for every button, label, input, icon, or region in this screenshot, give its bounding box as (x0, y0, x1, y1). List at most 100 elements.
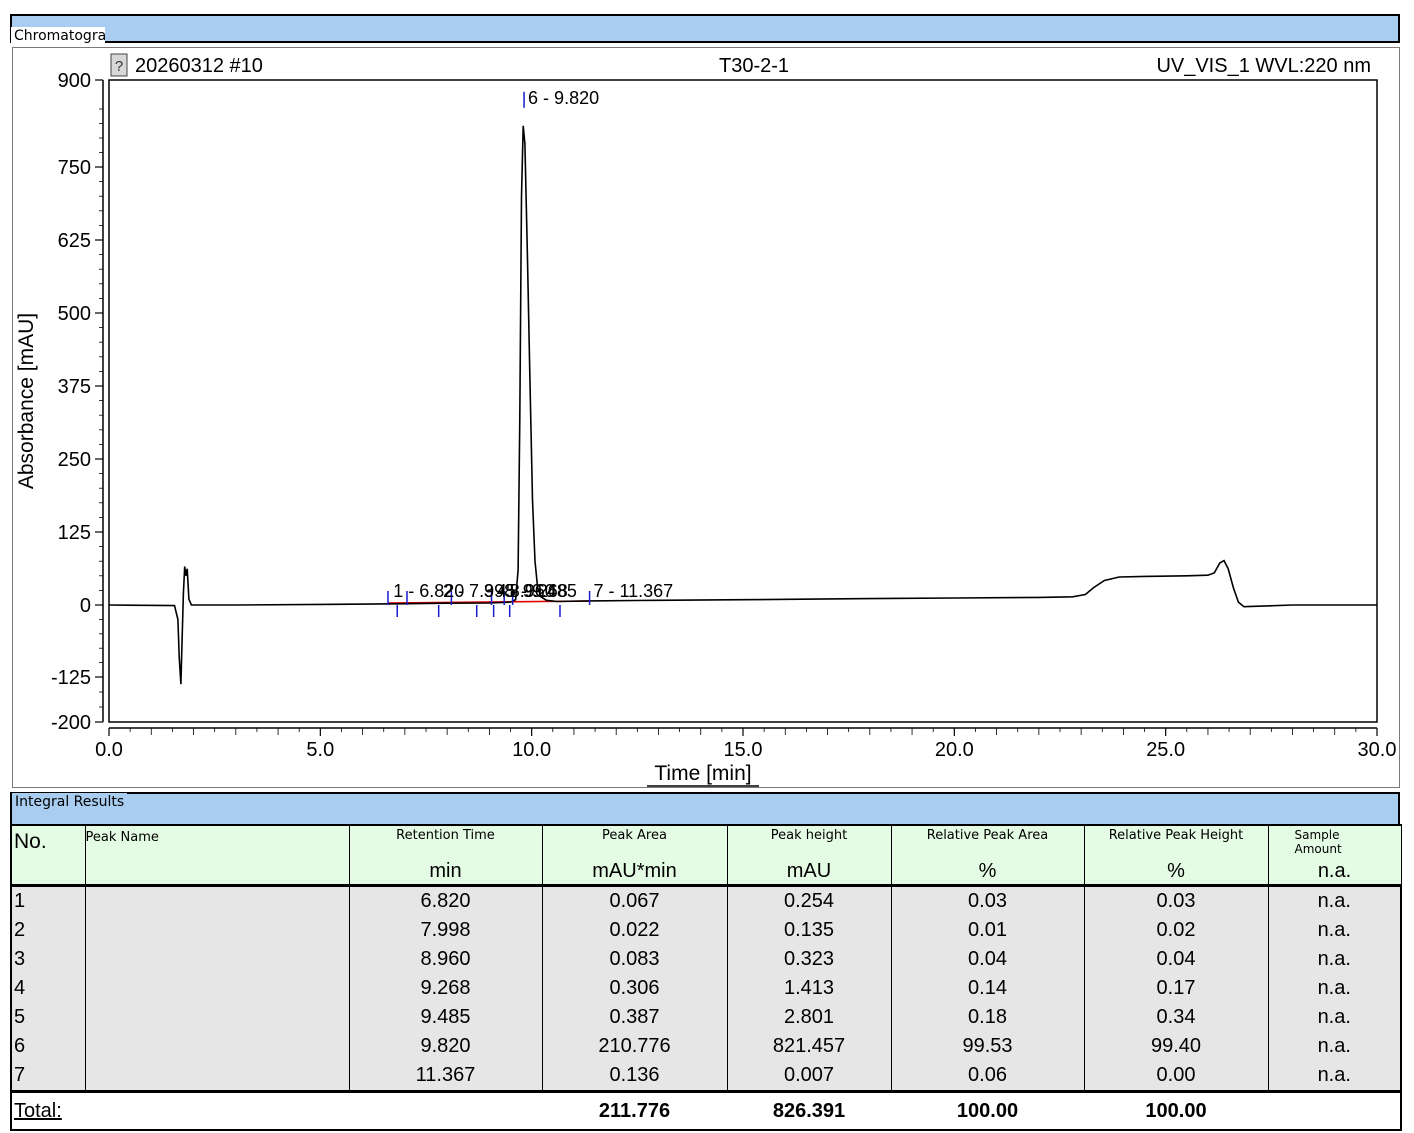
column-header[interactable]: No. (10, 824, 86, 886)
column-header-unit: mAU*min (592, 860, 677, 882)
table-cell: 0.387 (541, 1003, 728, 1032)
column-header-name: Retention Time (396, 828, 495, 843)
table-cell (84, 1003, 350, 1032)
results-panel-bar (10, 792, 1400, 826)
table-cell: 9.820 (348, 1032, 543, 1061)
table-cell (84, 974, 350, 1003)
table-cell: 8.960 (348, 945, 543, 974)
table-cell: 2.801 (726, 1003, 892, 1032)
table-row[interactable]: 6 9.820 210.776 821.457 99.53 99.40 n.a. (10, 1032, 1402, 1061)
results-panel-tab[interactable]: Integral Results (12, 793, 128, 811)
column-header-unit: min (429, 860, 462, 882)
x-tick-label: 0.0 (95, 739, 123, 761)
table-cell: 0.06 (890, 1061, 1085, 1093)
table-cell: 0.007 (726, 1061, 892, 1093)
chart-panel-tab[interactable]: Chromatogram (11, 27, 105, 45)
column-header-name: Peak Area (602, 828, 667, 843)
table-header-row: No. Peak Name Retention Time min Peak Area mA… (10, 824, 1402, 886)
x-axis-title: Time [min] (654, 762, 751, 785)
peak-label: 7 - 11.367 (593, 581, 673, 601)
table-cell: 0.03 (890, 885, 1085, 916)
column-header-unit: mAU (786, 860, 832, 882)
chart-frame: -200 -125 0 125 250 375 500 625 750 900 0.0 5.0 10.0… (12, 47, 1400, 788)
total-label: Total: (11, 1091, 85, 1130)
table-cell: 0.04 (1083, 945, 1269, 974)
total-height: 826.391 (727, 1091, 891, 1130)
table-cell: 4 (10, 974, 86, 1003)
column-header[interactable]: Peak Name (84, 824, 350, 886)
table-cell: 0.01 (890, 916, 1085, 945)
table-row[interactable]: 3 8.960 0.083 0.323 0.04 0.04 n.a. (10, 945, 1402, 974)
column-header-name: Peak Name (85, 830, 159, 845)
table-cell: 11.367 (348, 1061, 543, 1093)
column-header[interactable]: Relative Peak Area% (890, 824, 1085, 886)
table-cell (84, 1061, 350, 1093)
table-cell: 0.083 (541, 945, 728, 974)
y-tick-label: 125 (58, 522, 91, 544)
y-tick-label: 900 (58, 70, 91, 92)
table-cell: 1.413 (726, 974, 892, 1003)
table-cell: 0.067 (541, 885, 728, 916)
table-cell: 7.998 (348, 916, 543, 945)
y-tick-label: 250 (58, 449, 91, 471)
table-cell: 0.022 (541, 916, 728, 945)
table-cell: 0.03 (1083, 885, 1269, 916)
plot-area (108, 79, 1378, 723)
column-header-unit: % (1167, 860, 1185, 882)
total-rel-height: 100.00 (1084, 1091, 1268, 1130)
table-cell: 9.268 (348, 974, 543, 1003)
table-cell: 0.00 (1083, 1061, 1269, 1093)
peak-label: 6 - 9.820 (528, 88, 599, 108)
column-header-unit: % (978, 860, 997, 882)
y-tick-label: 0 (80, 595, 91, 617)
chart-panel-bar (10, 14, 1400, 43)
y-tick-label: 625 (58, 230, 91, 252)
table-cell: 5 (10, 1003, 86, 1032)
column-header[interactable]: Sample Amount n.a. (1267, 824, 1402, 886)
table-cell: n.a. (1267, 1061, 1402, 1093)
table-cell: 0.34 (1083, 1003, 1269, 1032)
table-cell: 3 (10, 945, 86, 974)
table-cell: 0.135 (726, 916, 892, 945)
table-cell (84, 1032, 350, 1061)
column-header-name: Relative Peak Height (1108, 828, 1244, 843)
table-cell: 0.14 (890, 974, 1085, 1003)
y-axis-title: Absorbance [mAU] (15, 313, 38, 489)
x-tick-label: 15.0 (724, 739, 763, 761)
table-row[interactable]: 1 6.820 0.067 0.254 0.03 0.03 n.a. (10, 885, 1402, 916)
column-header-name: Peak height (770, 828, 848, 843)
table-cell: n.a. (1267, 916, 1402, 945)
table-row[interactable]: 2 7.998 0.022 0.135 0.01 0.02 n.a. (10, 916, 1402, 945)
peak-label: 5 - 9.485 (506, 581, 577, 601)
table-cell: n.a. (1267, 1032, 1402, 1061)
column-header-name: No. (14, 830, 47, 853)
total-area: 211.776 (542, 1091, 727, 1130)
chromatogram-trace (108, 125, 1377, 685)
table-row[interactable]: 5 9.485 0.387 2.801 0.18 0.34 n.a. (10, 1003, 1402, 1032)
table-cell: 821.457 (726, 1032, 892, 1061)
table-cell (84, 916, 350, 945)
table-cell: 2 (10, 916, 86, 945)
table-cell: 6 (10, 1032, 86, 1061)
table-cell: 0.02 (1083, 916, 1269, 945)
table-cell: n.a. (1267, 885, 1402, 916)
x-tick-label: 30.0 (1358, 739, 1397, 761)
integral-results-table: No. Peak Name Retention Time min Peak Area mA… (10, 824, 1402, 1131)
column-header-name: Sample Amount (1294, 828, 1342, 856)
column-header[interactable]: Peak Area mAU*min (541, 824, 728, 886)
x-tick-label: 5.0 (306, 739, 334, 761)
table-row[interactable]: 4 9.268 0.306 1.413 0.14 0.17 n.a. (10, 974, 1402, 1003)
table-cell: 0.136 (541, 1061, 728, 1093)
x-tick-label: 10.0 (512, 739, 551, 761)
question-mark-glyph: ? (115, 58, 123, 75)
table-row[interactable]: 7 11.367 0.136 0.007 0.06 0.00 n.a. (10, 1061, 1402, 1093)
column-header-name: Relative Peak Area (926, 828, 1049, 843)
column-header[interactable]: Retention Time min (348, 824, 543, 886)
y-tick-label: 750 (58, 157, 91, 179)
table-cell (84, 885, 350, 916)
column-header[interactable]: Peak height mAU (726, 824, 892, 886)
column-header-unit: n.a. (1317, 860, 1352, 882)
y-tick-label: 500 (58, 303, 91, 325)
column-header[interactable]: Relative Peak Height% (1083, 824, 1269, 886)
table-cell: 7 (10, 1061, 86, 1093)
